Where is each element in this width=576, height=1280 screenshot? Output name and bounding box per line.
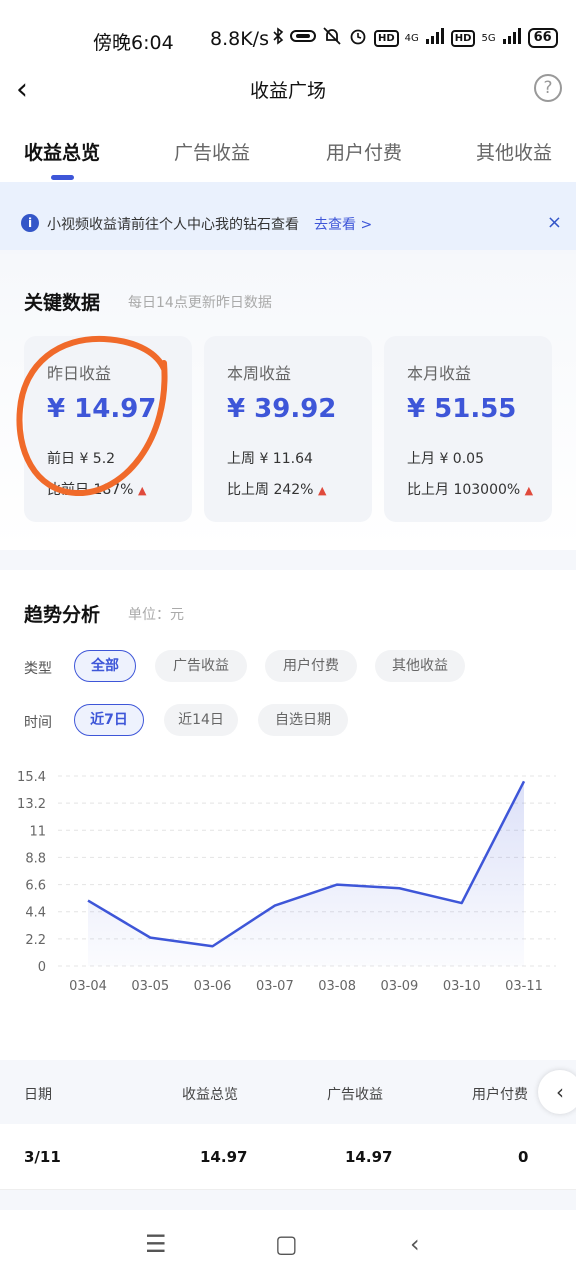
notice-banner: i 小视频收益请前往个人中心我的钻石查看 去查看 > × xyxy=(0,182,576,250)
card-value: ¥ 51.55 xyxy=(407,394,517,424)
time-chip-custom[interactable]: 自选日期 xyxy=(258,704,348,736)
x-tick-label: 03-04 xyxy=(69,979,107,994)
signal-bars-icon xyxy=(425,28,445,48)
type-chip-all[interactable]: 全部 xyxy=(74,650,136,682)
y-tick-label: 6.6 xyxy=(25,879,46,894)
card-label: 本月收益 xyxy=(407,364,472,383)
column-header-date: 日期 xyxy=(24,1087,52,1103)
cell-overview: 14.97 xyxy=(200,1148,248,1166)
battery-icon: 66 xyxy=(527,28,558,48)
signal-5g-icon: 5G xyxy=(481,32,496,44)
alarm-icon xyxy=(348,27,368,49)
column-header-overview: 收益总览 xyxy=(182,1087,238,1103)
time-chip-14d[interactable]: 近14日 xyxy=(164,704,238,736)
y-tick-label: 15.4 xyxy=(17,770,46,785)
cell-user: 0 xyxy=(518,1148,529,1166)
notice-link[interactable]: 去查看 > xyxy=(314,214,372,234)
x-tick-label: 03-08 xyxy=(318,979,356,994)
table-row: 3/11 14.97 14.97 0 xyxy=(0,1124,576,1190)
key-data-subtitle: 每日14点更新昨日数据 xyxy=(128,295,272,311)
column-header-ad: 广告收益 xyxy=(327,1087,383,1103)
card-prev: 上月 ¥ 0.05 xyxy=(407,451,484,467)
x-tick-label: 03-11 xyxy=(505,979,543,994)
tab-bar: 收益总览 广告收益 用户付费 其他收益 xyxy=(0,130,576,182)
x-tick-label: 03-06 xyxy=(194,979,232,994)
system-nav-bar: ☰ ▢ ‹ xyxy=(0,1210,576,1280)
column-header-user: 用户付费 xyxy=(472,1087,528,1103)
close-icon[interactable]: × xyxy=(547,212,562,233)
key-data-title: 关键数据 xyxy=(24,292,101,314)
tab-indicator xyxy=(51,175,74,180)
status-net-speed: 8.8K/s xyxy=(210,28,269,50)
status-icons: HD 4G HD 5G 66 xyxy=(272,27,558,49)
up-arrow-icon: ▲ xyxy=(317,484,327,497)
mute-icon xyxy=(322,27,342,49)
card-week[interactable]: 本周收益 ¥ 39.92 上周 ¥ 11.64 比上周 242% ▲ xyxy=(204,336,372,522)
y-tick-label: 4.4 xyxy=(25,906,46,921)
menu-icon[interactable]: ☰ xyxy=(145,1230,167,1258)
up-arrow-icon: ▲ xyxy=(524,484,534,497)
tab-user-payment[interactable]: 用户付费 xyxy=(326,138,402,165)
time-label: 时间 xyxy=(24,715,52,731)
y-tick-label: 8.8 xyxy=(25,851,46,866)
status-time: 傍晚6:04 xyxy=(93,32,174,54)
cell-ad: 14.97 xyxy=(345,1148,393,1166)
notice-message: 小视频收益请前往个人中心我的钻石查看 xyxy=(47,217,299,233)
tab-ad-revenue[interactable]: 广告收益 xyxy=(174,138,250,165)
main-content: i 小视频收益请前往个人中心我的钻石查看 去查看 > × 关键数据 每日14点更… xyxy=(0,182,576,1210)
trend-section: 趋势分析 单位：元 类型 全部 广告收益 用户付费 其他收益 时间 近7日 近1… xyxy=(0,570,576,1060)
nav-bar: ‹ 收益广场 ? xyxy=(0,62,576,114)
back-nav-icon[interactable]: ‹ xyxy=(410,1230,420,1258)
y-tick-label: 13.2 xyxy=(17,797,46,812)
signal-4g-icon: 4G xyxy=(404,32,419,44)
tab-other-revenue[interactable]: 其他收益 xyxy=(476,138,552,165)
trend-unit: 单位：元 xyxy=(128,607,184,623)
highlight-circle-annotation xyxy=(16,335,168,497)
help-icon[interactable]: ? xyxy=(534,74,562,102)
card-prev: 上周 ¥ 11.64 xyxy=(227,451,313,467)
card-month[interactable]: 本月收益 ¥ 51.55 上月 ¥ 0.05 比上月 103000% ▲ xyxy=(384,336,552,522)
info-icon: i xyxy=(21,214,39,232)
tab-overview[interactable]: 收益总览 xyxy=(24,138,100,165)
card-compare: 比上周 242% ▲ xyxy=(227,482,327,498)
card-value: ¥ 39.92 xyxy=(227,394,337,424)
type-chip-user[interactable]: 用户付费 xyxy=(265,650,357,682)
type-chip-other[interactable]: 其他收益 xyxy=(375,650,465,682)
type-chip-ad[interactable]: 广告收益 xyxy=(155,650,247,682)
hd-icon-2: HD xyxy=(450,29,476,47)
trend-chart: 0 2.2 4.4 6.6 8.8 11 13.2 15.4 03-04 03-05 03-06 03… xyxy=(17,770,556,994)
type-label: 类型 xyxy=(24,661,52,677)
vibrate-icon xyxy=(290,28,316,48)
y-tick-label: 2.2 xyxy=(25,933,46,948)
x-tick-label: 03-07 xyxy=(256,979,294,994)
y-tick-label: 11 xyxy=(29,824,46,839)
expand-table-button[interactable]: ‹ xyxy=(538,1070,576,1114)
signal-bars-icon-2 xyxy=(502,28,522,48)
bluetooth-icon xyxy=(272,27,284,49)
card-compare: 比上月 103000% ▲ xyxy=(407,482,534,498)
x-tick-label: 03-09 xyxy=(381,979,419,994)
x-tick-label: 03-10 xyxy=(443,979,481,994)
key-data-section: 关键数据 每日14点更新昨日数据 昨日收益 ¥ 14.97 前日 ¥ 5.2 比… xyxy=(0,254,576,550)
card-label: 本周收益 xyxy=(227,364,292,383)
hd-icon: HD xyxy=(374,29,399,47)
x-tick-label: 03-05 xyxy=(131,979,169,994)
trend-title: 趋势分析 xyxy=(24,604,101,626)
time-chip-7d[interactable]: 近7日 xyxy=(74,704,144,736)
cell-date: 3/11 xyxy=(24,1148,61,1166)
table-header: 日期 收益总览 广告收益 用户付费 ‹ xyxy=(0,1062,576,1124)
y-tick-label: 0 xyxy=(38,960,46,975)
home-icon[interactable]: ▢ xyxy=(275,1230,298,1258)
page-title: 收益广场 xyxy=(249,80,326,102)
